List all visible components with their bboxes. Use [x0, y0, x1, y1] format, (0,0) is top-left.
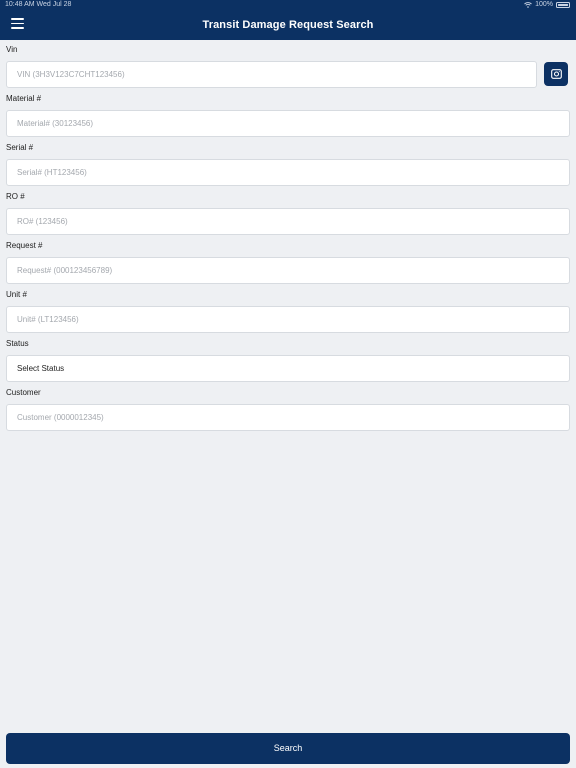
ro-input[interactable]	[6, 208, 570, 235]
ro-label: RO #	[6, 192, 25, 201]
vin-input[interactable]	[6, 61, 537, 88]
camera-scan-button[interactable]	[544, 62, 568, 86]
status-indicators: 100%	[524, 1, 570, 8]
request-input[interactable]	[6, 257, 570, 284]
status-label: Status	[6, 339, 29, 348]
material-input[interactable]	[6, 110, 570, 137]
vin-label: Vin	[6, 45, 18, 54]
page-title: Transit Damage Request Search	[202, 19, 374, 31]
request-label: Request #	[6, 241, 43, 250]
customer-input[interactable]	[6, 404, 570, 431]
unit-label: Unit #	[6, 290, 27, 299]
material-label: Material #	[6, 94, 42, 103]
search-button[interactable]: Search	[6, 733, 570, 764]
serial-input[interactable]	[6, 159, 570, 186]
serial-label: Serial #	[6, 143, 34, 152]
camera-icon	[550, 69, 562, 79]
wifi-icon	[524, 1, 532, 8]
battery-percent: 100%	[535, 1, 553, 8]
status-time: 10:48 AM Wed Jul 28	[5, 1, 72, 8]
status-select[interactable]: Select Status	[6, 355, 570, 382]
unit-input[interactable]	[6, 306, 570, 333]
status-bar: 10:48 AM Wed Jul 28 100%	[0, 0, 576, 11]
app-header: 10:48 AM Wed Jul 28 100% Transit Damage …	[0, 0, 576, 40]
customer-label: Customer	[6, 388, 41, 397]
battery-icon	[556, 1, 570, 8]
